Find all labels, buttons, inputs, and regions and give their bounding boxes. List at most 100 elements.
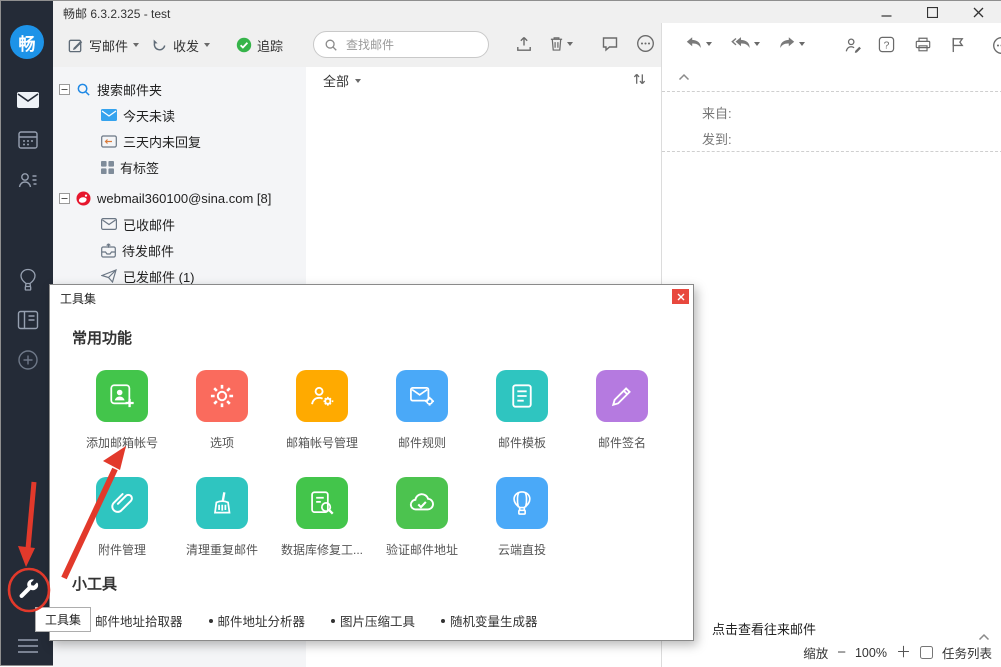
reply-all-button[interactable]	[731, 36, 760, 51]
collapse-icon[interactable]	[59, 84, 70, 95]
compose-button[interactable]: 写邮件	[67, 31, 139, 59]
tool-attachments[interactable]: 附件管理	[72, 477, 172, 558]
search-input[interactable]	[344, 37, 478, 53]
small-tool-address-analyzer[interactable]: 邮件地址分析器	[209, 611, 306, 630]
folder-tagged[interactable]: 有标签	[101, 157, 159, 177]
tool-cloud-send[interactable]: 云端直投	[472, 477, 572, 558]
comment-icon[interactable]	[601, 35, 619, 52]
calendar-icon[interactable]	[15, 127, 41, 153]
window-title: 畅邮 6.3.2.325 - test	[63, 5, 170, 22]
folder-inbox[interactable]: 已收邮件	[101, 214, 175, 234]
board-icon[interactable]	[15, 307, 41, 333]
folder-outbox[interactable]: 待发邮件	[101, 240, 174, 260]
balloon-icon[interactable]	[15, 267, 41, 293]
tool-mail-template[interactable]: 邮件模板	[472, 370, 572, 451]
chevron-up-icon[interactable]	[978, 633, 990, 641]
archive-up-icon[interactable]	[515, 35, 533, 53]
small-tool-random-generator[interactable]: 随机变量生成器	[441, 611, 538, 630]
caret-down-icon	[799, 42, 805, 46]
folder-sent[interactable]: 已发邮件 (1)	[101, 266, 195, 286]
more-options-icon[interactable]	[636, 34, 655, 53]
track-button[interactable]: 追踪	[236, 31, 283, 59]
person-plus-icon	[108, 382, 136, 410]
folder-today-unread[interactable]: 今天未读	[101, 105, 175, 125]
tool-mail-signature[interactable]: 邮件签名	[572, 370, 672, 451]
folder-not-replied[interactable]: 三天内未回复	[101, 131, 201, 151]
search-icon	[324, 38, 338, 52]
sort-icon[interactable]	[632, 71, 647, 87]
bullet-icon	[441, 619, 445, 623]
minimize-button[interactable]	[869, 1, 903, 23]
account-node[interactable]: webmail360100@sina.com [8]	[59, 188, 271, 208]
mail-icon[interactable]	[15, 87, 41, 113]
tool-options[interactable]: 选项	[172, 370, 272, 451]
zoom-value: 100%	[855, 646, 887, 660]
main-toolbar: 写邮件 收发 追踪	[53, 23, 661, 67]
sina-account-icon	[76, 191, 91, 206]
broom-icon	[208, 489, 236, 517]
small-tool-address-picker[interactable]: 邮件地址拾取器	[86, 611, 183, 630]
zoom-label: 缩放	[803, 643, 828, 662]
zoom-bar: 缩放 − 100% ＋ 任务列表	[803, 643, 992, 662]
track-icon	[236, 37, 252, 53]
compose-icon	[67, 37, 84, 54]
bullet-icon	[209, 619, 213, 623]
tool-add-account[interactable]: 添加邮箱帐号	[72, 370, 172, 451]
wrench-icon[interactable]	[15, 576, 41, 602]
tool-mail-rules[interactable]: 邮件规则	[372, 370, 472, 451]
tool-account-manage[interactable]: 邮箱帐号管理	[272, 370, 372, 451]
section-tools-title: 小工具	[72, 573, 117, 594]
collapse-icon[interactable]	[59, 193, 70, 204]
folder-search-group[interactable]: 搜索邮件夹	[59, 79, 162, 99]
app-window: 畅 畅邮 6.3.2.325 - test	[0, 0, 1001, 666]
task-list-label: 任务列表	[942, 643, 992, 662]
pencil-icon	[608, 382, 636, 410]
zoom-in-button[interactable]: ＋	[896, 645, 911, 660]
help-icon[interactable]: ?	[878, 36, 895, 53]
hamburger-menu-icon[interactable]	[15, 633, 41, 659]
mail-gear-icon	[408, 382, 436, 410]
reply-button[interactable]	[685, 36, 712, 51]
history-hint[interactable]: 点击查看往来邮件	[712, 619, 816, 638]
print-icon[interactable]	[914, 36, 932, 53]
delete-button[interactable]	[549, 35, 573, 52]
chevron-up-icon[interactable]	[678, 73, 690, 81]
to-label: 发到:	[702, 129, 732, 148]
preview-toolbar: ?	[662, 23, 1001, 67]
caret-down-icon	[706, 42, 712, 46]
tool-db-repair[interactable]: 数据库修复工...	[272, 477, 372, 558]
more-icon[interactable]	[992, 36, 1001, 55]
tool-verify-address[interactable]: 验证邮件地址	[372, 477, 472, 558]
plus-circle-icon[interactable]	[15, 347, 41, 373]
task-list-checkbox[interactable]	[920, 646, 933, 659]
titlebar: 畅邮 6.3.2.325 - test	[53, 1, 1001, 23]
zoom-out-button[interactable]: −	[837, 645, 846, 660]
filter-dropdown[interactable]: 全部	[323, 71, 361, 90]
contacts-icon[interactable]	[15, 167, 41, 193]
app-sidebar: 畅	[1, 1, 53, 665]
caret-down-icon	[204, 43, 210, 47]
paperclip-icon	[108, 489, 136, 517]
gear-icon	[208, 382, 236, 410]
dialog-close-button[interactable]	[672, 289, 689, 304]
caret-down-icon	[355, 79, 361, 83]
small-tool-image-compress[interactable]: 图片压缩工具	[331, 611, 415, 630]
forward-button[interactable]	[778, 36, 805, 51]
close-button[interactable]	[961, 1, 995, 23]
unread-mail-icon	[101, 109, 117, 121]
cloud-check-icon	[408, 489, 436, 517]
caret-down-icon	[754, 42, 760, 46]
small-tools-row: 邮件地址拾取器 邮件地址分析器 图片压缩工具 随机变量生成器	[86, 611, 538, 630]
outbox-icon	[101, 243, 116, 258]
flag-icon[interactable]	[950, 36, 966, 53]
bullet-icon	[331, 619, 335, 623]
person-gear-icon	[308, 382, 336, 410]
maximize-button[interactable]	[915, 1, 949, 23]
toolset-tooltip: 工具集	[35, 607, 91, 632]
send-receive-button[interactable]: 收发	[151, 31, 210, 59]
tool-clean-duplicates[interactable]: 清理重复邮件	[172, 477, 272, 558]
app-logo[interactable]: 畅	[10, 25, 44, 59]
svg-text:?: ?	[884, 40, 890, 51]
edit-contact-icon[interactable]	[844, 36, 862, 54]
tags-grid-icon	[101, 161, 114, 174]
